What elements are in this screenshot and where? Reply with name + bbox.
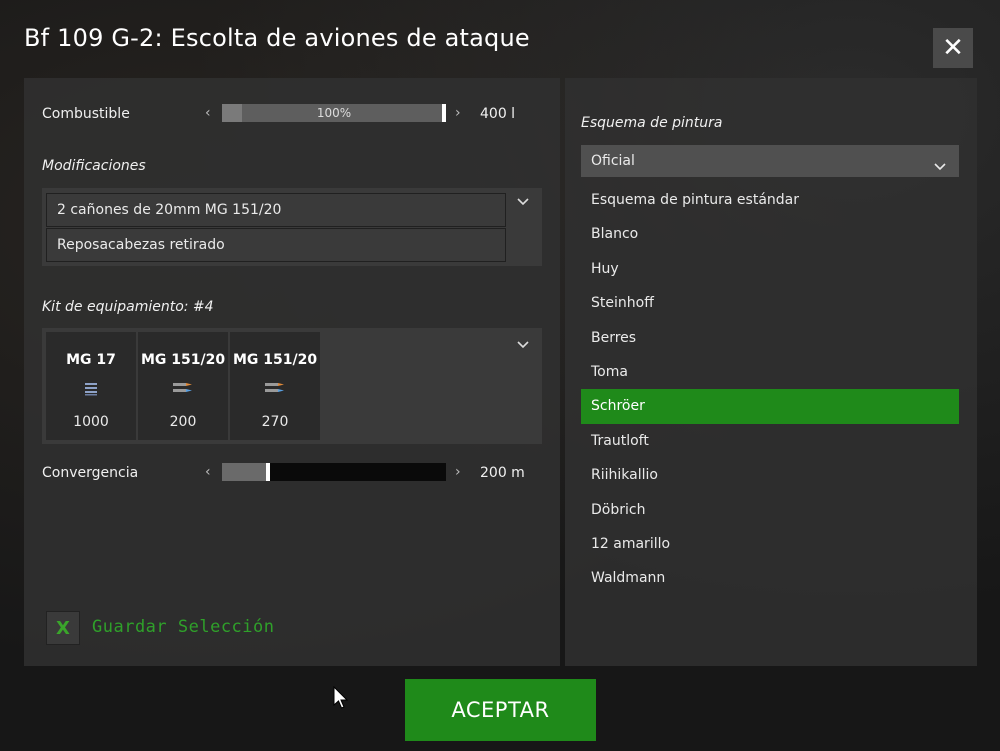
chevron-down-icon bbox=[933, 154, 947, 186]
paint-scheme-option-highlighted[interactable]: Schröer bbox=[581, 389, 959, 424]
paint-scheme-option[interactable]: Toma bbox=[581, 355, 959, 389]
shell-icon bbox=[138, 382, 228, 396]
close-icon: ✕ bbox=[942, 33, 964, 63]
paint-scheme-option[interactable]: Blanco bbox=[581, 217, 959, 251]
kit-label: Kit de equipamiento: #4 bbox=[42, 299, 214, 315]
weapon-ammo-count: 200 bbox=[169, 414, 197, 430]
paint-scheme-option[interactable]: Waldmann bbox=[581, 561, 959, 595]
paint-scheme-option[interactable]: Döbrich bbox=[581, 493, 959, 527]
convergence-slider-thumb[interactable] bbox=[266, 463, 270, 481]
mouse-cursor-icon bbox=[333, 685, 349, 716]
paint-scheme-option[interactable]: Steinhoff bbox=[581, 286, 959, 320]
weapon-name: MG 17 bbox=[66, 352, 116, 368]
save-selection-label[interactable]: Guardar Selección bbox=[92, 617, 275, 637]
dialog-title: Bf 109 G-2: Escolta de aviones de ataque bbox=[24, 24, 530, 52]
paint-scheme-option[interactable]: Trautloft bbox=[581, 424, 959, 458]
paint-scheme-option[interactable]: Riihikallio bbox=[581, 458, 959, 492]
modification-item: 2 cañones de 20mm MG 151/20 bbox=[46, 193, 506, 227]
chevron-down-icon[interactable] bbox=[516, 338, 530, 356]
accept-button[interactable]: ACEPTAR bbox=[405, 679, 596, 741]
weapon-ammo-count: 270 bbox=[261, 414, 289, 430]
kit-dropdown[interactable]: MG 17 1000 MG 151/20 200 MG 151/20 270 bbox=[42, 328, 542, 444]
convergence-label: Convergencia bbox=[42, 465, 139, 481]
weapon-name: MG 151/20 bbox=[232, 352, 318, 368]
paint-scheme-select[interactable]: Oficial bbox=[581, 145, 959, 177]
fuel-value: 400 l bbox=[480, 106, 516, 122]
convergence-fill bbox=[222, 463, 266, 481]
paint-scheme-option[interactable]: 12 amarillo bbox=[581, 527, 959, 561]
paint-scheme-label: Esquema de pintura bbox=[581, 115, 723, 131]
ammo-belt-icon bbox=[46, 382, 136, 396]
fuel-increase-icon[interactable]: › bbox=[455, 105, 461, 121]
modification-item: Reposacabezas retirado bbox=[46, 228, 506, 262]
chevron-down-icon[interactable] bbox=[516, 195, 530, 213]
paint-scheme-option[interactable]: Huy bbox=[581, 252, 959, 286]
save-selection-checkbox[interactable]: X bbox=[46, 611, 80, 645]
shell-icon bbox=[230, 382, 320, 396]
checkbox-x-icon: X bbox=[56, 617, 70, 639]
convergence-value: 200 m bbox=[480, 465, 525, 481]
modifications-dropdown[interactable]: 2 cañones de 20mm MG 151/20 Reposacabeza… bbox=[42, 188, 542, 266]
convergence-increase-icon[interactable]: › bbox=[455, 464, 461, 480]
paint-scheme-options-list: Esquema de pintura estándar Blanco Huy S… bbox=[581, 183, 959, 596]
paint-scheme-option[interactable]: Esquema de pintura estándar bbox=[581, 183, 959, 217]
weapon-ammo-count: 1000 bbox=[73, 414, 109, 430]
convergence-decrease-icon[interactable]: ‹ bbox=[205, 464, 211, 480]
paint-scheme-selected-value: Oficial bbox=[591, 153, 635, 169]
fuel-slider-thumb[interactable] bbox=[442, 104, 446, 122]
paint-scheme-option[interactable]: Berres bbox=[581, 321, 959, 355]
fuel-label: Combustible bbox=[42, 106, 130, 122]
convergence-slider[interactable] bbox=[222, 463, 446, 481]
fuel-percent-text: 100% bbox=[316, 106, 352, 120]
weapon-slot: MG 151/20 200 bbox=[138, 332, 228, 440]
weapon-slot: MG 17 1000 bbox=[46, 332, 136, 440]
modifications-label: Modificaciones bbox=[42, 158, 146, 174]
weapon-slot: MG 151/20 270 bbox=[230, 332, 320, 440]
fuel-slider[interactable]: 100% bbox=[222, 104, 446, 122]
weapon-name: MG 151/20 bbox=[140, 352, 226, 368]
fuel-decrease-icon[interactable]: ‹ bbox=[205, 105, 211, 121]
close-button[interactable]: ✕ bbox=[933, 28, 973, 68]
